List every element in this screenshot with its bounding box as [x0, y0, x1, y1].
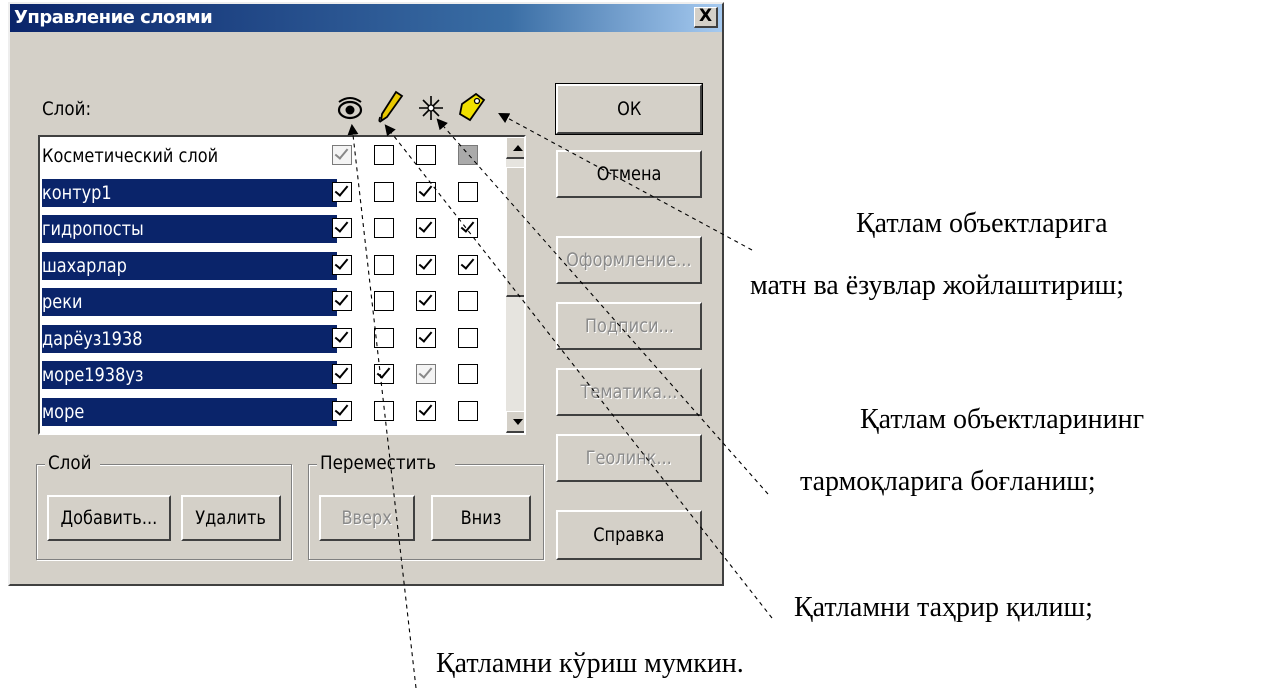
layer-row[interactable]: Косметический слой: [40, 137, 508, 174]
checkbox-visible[interactable]: [332, 400, 352, 421]
layer-name: гидропосты: [42, 215, 337, 243]
annotation-labels-line2: матн ва ёзувлар жойлаштириш;: [750, 270, 1125, 301]
checkbox-labels[interactable]: [458, 254, 478, 275]
group-layer: Слой Добавить... Удалить: [36, 452, 292, 560]
layer-row[interactable]: море: [40, 393, 508, 430]
checkbox-editable[interactable]: [374, 364, 394, 384]
layer-row[interactable]: контур1: [40, 174, 508, 211]
checkbox-labels[interactable]: [458, 364, 478, 384]
checkbox-snap[interactable]: [416, 218, 436, 238]
checkbox-labels[interactable]: [458, 327, 478, 348]
scroll-thumb[interactable]: [506, 167, 524, 297]
checkbox-visible[interactable]: [332, 145, 352, 165]
checkbox-snap[interactable]: [416, 254, 436, 275]
layer-row[interactable]: гидропосты: [40, 210, 508, 247]
group-move: Переместить Вверх Вниз: [308, 452, 544, 560]
cancel-button[interactable]: Отмена: [556, 150, 702, 198]
ok-button[interactable]: ОК: [555, 83, 703, 135]
layer-name: контур1: [42, 178, 337, 207]
checkbox-editable[interactable]: [374, 254, 394, 275]
pencil-icon: [378, 90, 404, 123]
checkbox-snap[interactable]: [416, 145, 436, 165]
labels-button[interactable]: Подписи...: [556, 302, 702, 350]
checkbox-editable[interactable]: [374, 218, 394, 238]
group-move-title: Переместить: [317, 452, 455, 474]
add-layer-button[interactable]: Добавить...: [47, 495, 171, 541]
checkbox-visible[interactable]: [332, 364, 352, 384]
checkbox-visible[interactable]: [332, 327, 352, 348]
annotation-labels-line1: Қатлам объектларига: [856, 208, 1108, 239]
thematic-button[interactable]: Тематика...: [556, 368, 702, 416]
checkbox-labels[interactable]: [458, 218, 478, 238]
checkbox-editable[interactable]: [374, 400, 394, 421]
close-button[interactable]: X: [694, 7, 718, 28]
checkbox-labels[interactable]: [458, 181, 478, 202]
layer-control-dialog: Управление слоями X Слой: Косметический …: [8, 2, 724, 586]
layer-name: шахарлар: [42, 251, 337, 280]
layer-list[interactable]: Косметический слой контур1 гидропосты шахар…: [38, 135, 526, 435]
checkbox-snap[interactable]: [416, 364, 436, 384]
scroll-up-button[interactable]: [506, 137, 524, 159]
checkbox-visible[interactable]: [332, 291, 352, 311]
style-button[interactable]: Оформление...: [556, 236, 702, 284]
annotation-snap-line2: тармоқларига боғланиш;: [800, 466, 1096, 497]
scroll-down-button[interactable]: [506, 411, 524, 433]
delete-layer-button[interactable]: Удалить: [181, 495, 281, 541]
layer-name: реки: [42, 288, 337, 316]
title-bar[interactable]: Управление слоями X: [10, 4, 722, 32]
checkbox-editable[interactable]: [374, 145, 394, 165]
checkbox-labels[interactable]: [458, 400, 478, 421]
arrow-up-icon: [513, 145, 523, 151]
layer-row[interactable]: шахарлар: [40, 247, 508, 284]
checkbox-editable[interactable]: [374, 327, 394, 348]
layer-name: море1938уз: [42, 361, 337, 389]
annotation-edit: Қатламни таҳрир қилиш;: [794, 592, 1093, 623]
checkbox-snap[interactable]: [416, 181, 436, 202]
checkbox-visible[interactable]: [332, 254, 352, 275]
layer-name: море: [42, 397, 337, 426]
geolink-button[interactable]: Геолинк...: [556, 434, 702, 482]
group-layer-title: Слой: [45, 452, 101, 474]
layer-row[interactable]: море1938уз: [40, 356, 508, 393]
move-down-button[interactable]: Вниз: [431, 495, 531, 541]
checkbox-snap[interactable]: [416, 327, 436, 348]
checkbox-snap[interactable]: [416, 291, 436, 311]
layer-list-label: Слой:: [42, 98, 92, 120]
layer-list-scrollbar[interactable]: [506, 137, 524, 433]
tag-label-icon: [458, 92, 486, 122]
move-up-button[interactable]: Вверх: [319, 495, 415, 541]
arrow-down-icon: [513, 419, 523, 425]
layer-name: Косметический слой: [42, 145, 219, 167]
snap-star-icon: [419, 96, 443, 120]
annotation-visible: Қатламни кўриш мумкин.: [436, 648, 744, 679]
layer-row[interactable]: дарёуз1938: [40, 320, 508, 357]
help-button[interactable]: Справка: [556, 510, 702, 560]
layer-row[interactable]: реки: [40, 283, 508, 320]
checkbox-snap[interactable]: [416, 400, 436, 421]
annotation-snap-line1: Қатлам объектларининг: [860, 404, 1145, 435]
checkbox-visible[interactable]: [332, 181, 352, 202]
eye-icon: [337, 97, 363, 120]
checkbox-visible[interactable]: [332, 218, 352, 238]
checkbox-labels[interactable]: [458, 145, 478, 165]
dialog-title: Управление слоями: [14, 7, 213, 28]
checkbox-labels[interactable]: [458, 291, 478, 311]
checkbox-editable[interactable]: [374, 291, 394, 311]
layer-name: дарёуз1938: [42, 324, 337, 353]
checkbox-editable[interactable]: [374, 181, 394, 202]
